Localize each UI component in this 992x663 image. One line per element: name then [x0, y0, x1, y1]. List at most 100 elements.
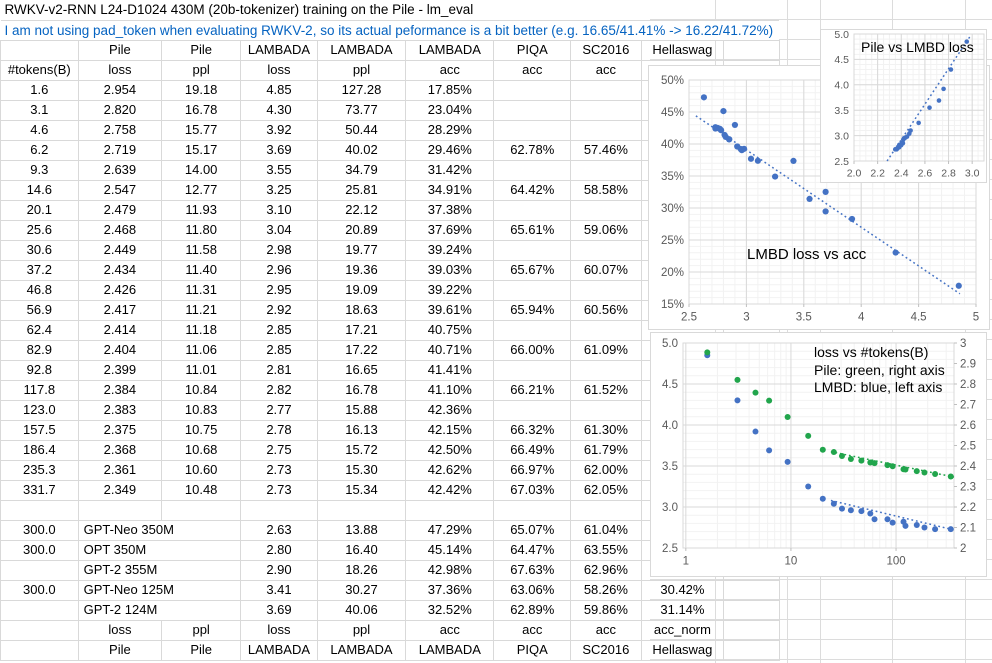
column-header[interactable]: Pile [162, 40, 241, 60]
column-header[interactable]: LAMBADA [317, 40, 405, 60]
cell[interactable] [494, 120, 571, 140]
cell[interactable]: 16.65 [317, 360, 405, 380]
cell[interactable]: 2.85 [241, 340, 318, 360]
column-footer[interactable]: acc [571, 620, 642, 640]
cell[interactable]: 34.91% [406, 180, 494, 200]
cell[interactable]: 56.9 [1, 300, 79, 320]
cell[interactable] [317, 500, 405, 520]
cell[interactable] [494, 240, 571, 260]
cell[interactable]: 37.69% [406, 220, 494, 240]
cell[interactable]: 15.30 [317, 460, 405, 480]
cell[interactable]: 4.6 [1, 120, 79, 140]
column-footer[interactable]: acc [406, 620, 494, 640]
cell[interactable]: 11.31 [162, 280, 241, 300]
cell[interactable] [571, 500, 642, 520]
cell[interactable]: 61.52% [571, 380, 642, 400]
column-footer[interactable]: ppl [162, 620, 241, 640]
column-header[interactable]: LAMBADA [406, 40, 494, 60]
cell[interactable]: 2.73 [241, 460, 318, 480]
cell[interactable]: 32.52% [406, 600, 494, 620]
cell[interactable] [571, 160, 642, 180]
cell[interactable] [494, 80, 571, 100]
cell[interactable]: 10.68 [162, 440, 241, 460]
cell[interactable]: 2.449 [78, 240, 162, 260]
cell[interactable]: 16.78 [162, 100, 241, 120]
cell[interactable]: 2.80 [241, 540, 318, 560]
cell[interactable]: 58.26% [571, 580, 642, 600]
cell[interactable]: 4.85 [241, 80, 318, 100]
column-header[interactable] [724, 40, 779, 60]
cell[interactable] [494, 280, 571, 300]
cell[interactable] [724, 600, 779, 620]
cell[interactable]: 300.0 [1, 580, 79, 600]
column-footer[interactable]: acc [494, 620, 571, 640]
cell[interactable] [571, 200, 642, 220]
cell[interactable]: 117.8 [1, 380, 79, 400]
cell[interactable]: 65.07% [494, 520, 571, 540]
cell[interactable]: 157.5 [1, 420, 79, 440]
cell[interactable]: 2.361 [78, 460, 162, 480]
cell[interactable]: 62.00% [571, 460, 642, 480]
cell[interactable]: 30.42% [641, 580, 723, 600]
cell[interactable]: 65.94% [494, 300, 571, 320]
cell[interactable]: 19.09 [317, 280, 405, 300]
cell[interactable]: 28.29% [406, 120, 494, 140]
cell[interactable] [571, 360, 642, 380]
cell[interactable]: 2.547 [78, 180, 162, 200]
cell[interactable] [494, 400, 571, 420]
cell[interactable] [241, 500, 318, 520]
cell[interactable]: 12.77 [162, 180, 241, 200]
cell[interactable]: 2.85 [241, 320, 318, 340]
cell[interactable]: 300.0 [1, 540, 79, 560]
column-header[interactable]: PIQA [494, 40, 571, 60]
cell[interactable]: 3.25 [241, 180, 318, 200]
cell[interactable] [494, 500, 571, 520]
cell[interactable] [571, 400, 642, 420]
column-footer[interactable] [724, 620, 779, 640]
cell[interactable]: 2.349 [78, 480, 162, 500]
cell[interactable]: 2.468 [78, 220, 162, 240]
column-footer[interactable]: Pile [162, 640, 241, 660]
cell[interactable] [571, 120, 642, 140]
model-name-cell[interactable]: GPT-Neo 125M [78, 580, 241, 600]
cell[interactable]: 11.18 [162, 320, 241, 340]
cell[interactable]: 18.63 [317, 300, 405, 320]
cell[interactable]: 61.09% [571, 340, 642, 360]
cell[interactable] [494, 160, 571, 180]
column-header[interactable]: ppl [317, 60, 405, 80]
cell[interactable]: 3.10 [241, 200, 318, 220]
cell[interactable]: 11.06 [162, 340, 241, 360]
cell[interactable]: 30.27 [317, 580, 405, 600]
cell[interactable]: 61.30% [571, 420, 642, 440]
cell[interactable] [162, 500, 241, 520]
column-footer[interactable] [724, 640, 779, 660]
cell[interactable]: 2.96 [241, 260, 318, 280]
cell[interactable]: 3.92 [241, 120, 318, 140]
cell[interactable]: 300.0 [1, 520, 79, 540]
cell[interactable]: 66.97% [494, 460, 571, 480]
cell[interactable]: 41.41% [406, 360, 494, 380]
column-footer[interactable]: LAMBADA [317, 640, 405, 660]
column-header[interactable]: SC2016 [571, 40, 642, 60]
column-footer[interactable]: loss [241, 620, 318, 640]
cell[interactable]: 13.88 [317, 520, 405, 540]
cell[interactable]: 16.78 [317, 380, 405, 400]
cell[interactable]: 17.85% [406, 80, 494, 100]
cell[interactable]: 15.77 [162, 120, 241, 140]
cell[interactable]: 61.04% [571, 520, 642, 540]
cell[interactable]: 10.60 [162, 460, 241, 480]
cell[interactable]: 11.40 [162, 260, 241, 280]
cell[interactable]: 2.719 [78, 140, 162, 160]
cell[interactable] [406, 500, 494, 520]
model-name-cell[interactable]: GPT-2 124M [78, 600, 241, 620]
cell[interactable]: 2.92 [241, 300, 318, 320]
cell[interactable]: 3.69 [241, 140, 318, 160]
cell[interactable] [571, 240, 642, 260]
cell[interactable]: 62.4 [1, 320, 79, 340]
cell[interactable]: 2.434 [78, 260, 162, 280]
cell[interactable]: 67.63% [494, 560, 571, 580]
cell[interactable]: 2.414 [78, 320, 162, 340]
cell[interactable]: 2.417 [78, 300, 162, 320]
column-footer[interactable]: Pile [78, 640, 162, 660]
column-header[interactable] [1, 40, 79, 60]
